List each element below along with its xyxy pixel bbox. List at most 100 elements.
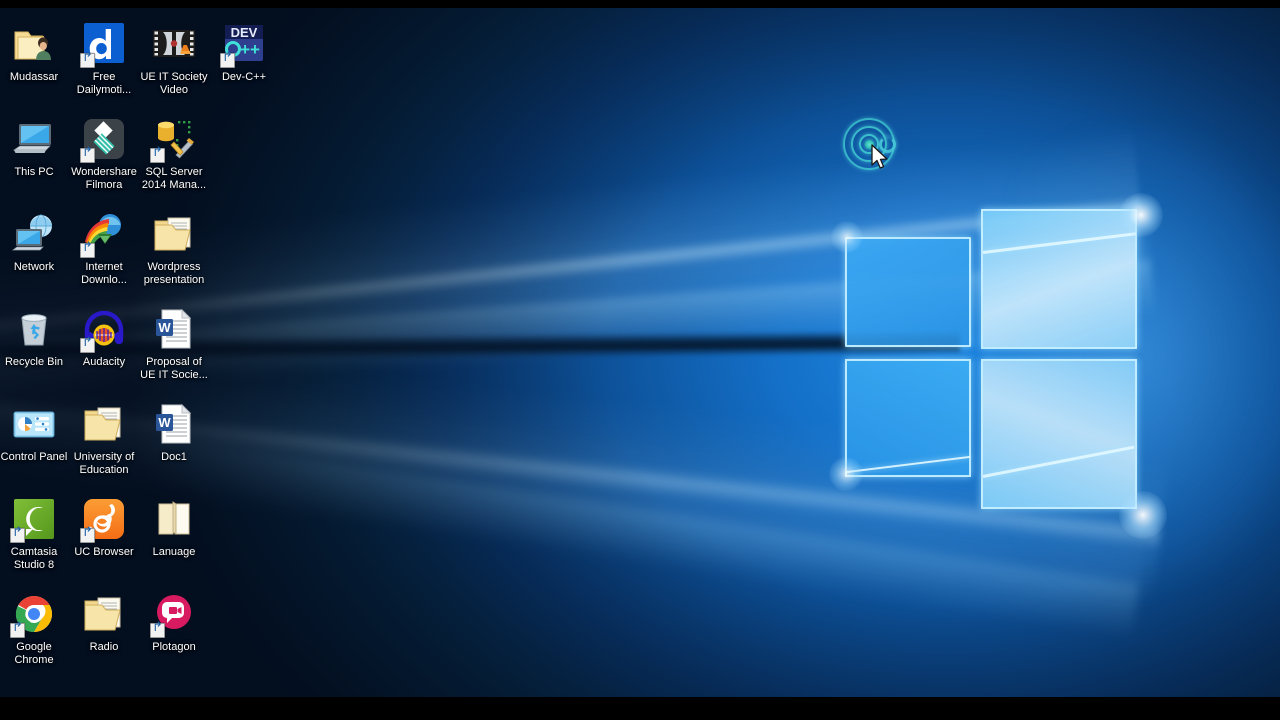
desktop-icon-label: Camtasia Studio 8 (10, 546, 58, 571)
logo-sparkle-top-right (1119, 193, 1163, 237)
desktop-icon-doc1[interactable]: W Doc1 (140, 400, 208, 464)
desktop-icon-sql-server-2014-mana[interactable]: SQL Server 2014 Mana... (140, 115, 208, 192)
desktop-icon-free-dailymoti[interactable]: Free Dailymoti... (70, 20, 138, 97)
svg-text:++: ++ (240, 40, 260, 59)
desktop-icon-wondershare-filmora[interactable]: Wondershare Filmora (70, 115, 138, 192)
windows-logo-pane-bottom-right (981, 359, 1137, 509)
desktop-icon-label: Wordpress presentation (143, 261, 205, 286)
desktop-icon-label: Proposal of UE IT Socie... (140, 356, 208, 381)
user-folder-icon (10, 20, 58, 68)
svg-text:DEV: DEV (231, 25, 258, 40)
control-panel-icon (10, 400, 58, 448)
desktop-icon-label: SQL Server 2014 Mana... (141, 166, 207, 191)
desktop-icon-mudassar[interactable]: Mudassar (0, 20, 68, 84)
folder-docs-icon (150, 210, 198, 258)
word-doc-icon: W (150, 305, 198, 353)
logo-glow (1020, 128, 1280, 588)
desktop-icon-dev-c[interactable]: DEV ++ Dev-C++ (210, 20, 278, 84)
folder-open-icon (150, 495, 198, 543)
screen: Mudassar Free Dailymoti... (0, 0, 1280, 720)
camtasia-icon (10, 495, 58, 543)
word-doc-icon: W (150, 400, 198, 448)
shortcut-arrow-badge (80, 53, 95, 68)
desktop-icon-control-panel[interactable]: Control Panel (0, 400, 68, 464)
desktop-icon-wordpress-presentation[interactable]: Wordpress presentation (140, 210, 208, 287)
logo-light-streak-bottom (982, 445, 1135, 478)
desktop-icon-label: Doc1 (161, 451, 187, 463)
shortcut-arrow-badge (80, 148, 95, 163)
letterbox-bottom-bar (0, 697, 1280, 720)
letterbox-top-bar (0, 0, 1280, 8)
uc-browser-icon (80, 495, 128, 543)
click-ripple-inner-ring (859, 134, 879, 154)
shortcut-arrow-badge (10, 623, 25, 638)
desktop-icon-label: University of Education (73, 451, 135, 476)
plotagon-icon (150, 590, 198, 638)
folder-docs-icon (80, 400, 128, 448)
svg-text:W: W (158, 320, 171, 335)
desktop-icon-label: Internet Downlo... (81, 261, 127, 286)
wondershare-filmora-icon (80, 115, 128, 163)
video-file-icon (150, 20, 198, 68)
shortcut-arrow-badge (80, 338, 95, 353)
shortcut-arrow-badge (150, 623, 165, 638)
desktop-icon-label: Network (13, 261, 55, 273)
desktop-icon-camtasia-studio-8[interactable]: Camtasia Studio 8 (0, 495, 68, 572)
click-ripple-center-dot (865, 140, 874, 149)
shortcut-arrow-badge (80, 243, 95, 258)
desktop-icon-label: Recycle Bin (4, 356, 64, 368)
desktop-icon-label: This PC (14, 166, 54, 178)
desktop-icon-plotagon[interactable]: Plotagon (140, 590, 208, 654)
sql-server-icon (150, 115, 198, 163)
network-icon (10, 210, 58, 258)
logo-light-streak-top (982, 232, 1137, 254)
mouse-pointer-icon (871, 144, 888, 169)
desktop-icon-uc-browser[interactable]: UC Browser (70, 495, 138, 559)
click-ripple-middle-ring (851, 126, 887, 162)
desktop-icon-label: Lanuage (152, 546, 196, 558)
desktop-icon-label: Dev-C++ (221, 71, 267, 83)
desktop-icon-label: Google Chrome (14, 641, 54, 666)
svg-text:W: W (158, 415, 171, 430)
this-pc-icon (10, 115, 58, 163)
windows-logo-wallpaper (829, 193, 1167, 539)
dev-cpp-icon: DEV ++ (220, 20, 268, 68)
desktop-icon-label: Mudassar (9, 71, 59, 83)
windows-logo-pane-top-right (981, 209, 1137, 349)
shortcut-arrow-badge (220, 53, 235, 68)
click-highlight-effect (843, 118, 899, 174)
desktop-icon-radio[interactable]: Radio (70, 590, 138, 654)
shortcut-arrow-badge (80, 528, 95, 543)
desktop-icon-ue-it-society-video[interactable]: UE IT Society Video (140, 20, 208, 97)
click-ripple-outer-ring (843, 118, 895, 170)
busy-spinner-icon (879, 136, 896, 153)
desktop-icon-university-of-education[interactable]: University of Education (70, 400, 138, 477)
windows-logo-pane-bottom-left (845, 359, 971, 477)
desktop-icon-proposal-of-ue-it-socie[interactable]: W Proposal of UE IT Socie... (140, 305, 208, 382)
desktop-icon-label: Control Panel (0, 451, 68, 463)
desktop-icon-network[interactable]: Network (0, 210, 68, 274)
desktop-icon-grid[interactable]: Mudassar Free Dailymoti... (0, 8, 266, 697)
desktop-icon-lanuage[interactable]: Lanuage (140, 495, 208, 559)
shortcut-arrow-badge (150, 148, 165, 163)
logo-light-streak-bottom-left (846, 455, 971, 473)
desktop-icon-audacity[interactable]: Audacity (70, 305, 138, 369)
logo-sparkle-bottom-left (829, 457, 863, 491)
desktop-icon-recycle-bin[interactable]: Recycle Bin (0, 305, 68, 369)
desktop-icon-internet-downlo[interactable]: Internet Downlo... (70, 210, 138, 287)
desktop-icon-this-pc[interactable]: This PC (0, 115, 68, 179)
desktop-wallpaper[interactable]: Mudassar Free Dailymoti... (0, 8, 1280, 697)
internet-download-manager-icon (80, 210, 128, 258)
logo-sparkle-top-left (831, 221, 863, 253)
desktop-icon-label: Wondershare Filmora (71, 166, 137, 191)
recycle-bin-icon (10, 305, 58, 353)
windows-logo-pane-top-left (845, 237, 971, 347)
desktop-icon-google-chrome[interactable]: Google Chrome (0, 590, 68, 667)
chrome-icon (10, 590, 58, 638)
desktop-icon-label: UC Browser (74, 546, 134, 558)
folder-docs-icon (80, 590, 128, 638)
audacity-icon (80, 305, 128, 353)
desktop-icon-label: Plotagon (152, 641, 196, 653)
dailymotion-icon (80, 20, 128, 68)
desktop-icon-label: Audacity (82, 356, 126, 368)
